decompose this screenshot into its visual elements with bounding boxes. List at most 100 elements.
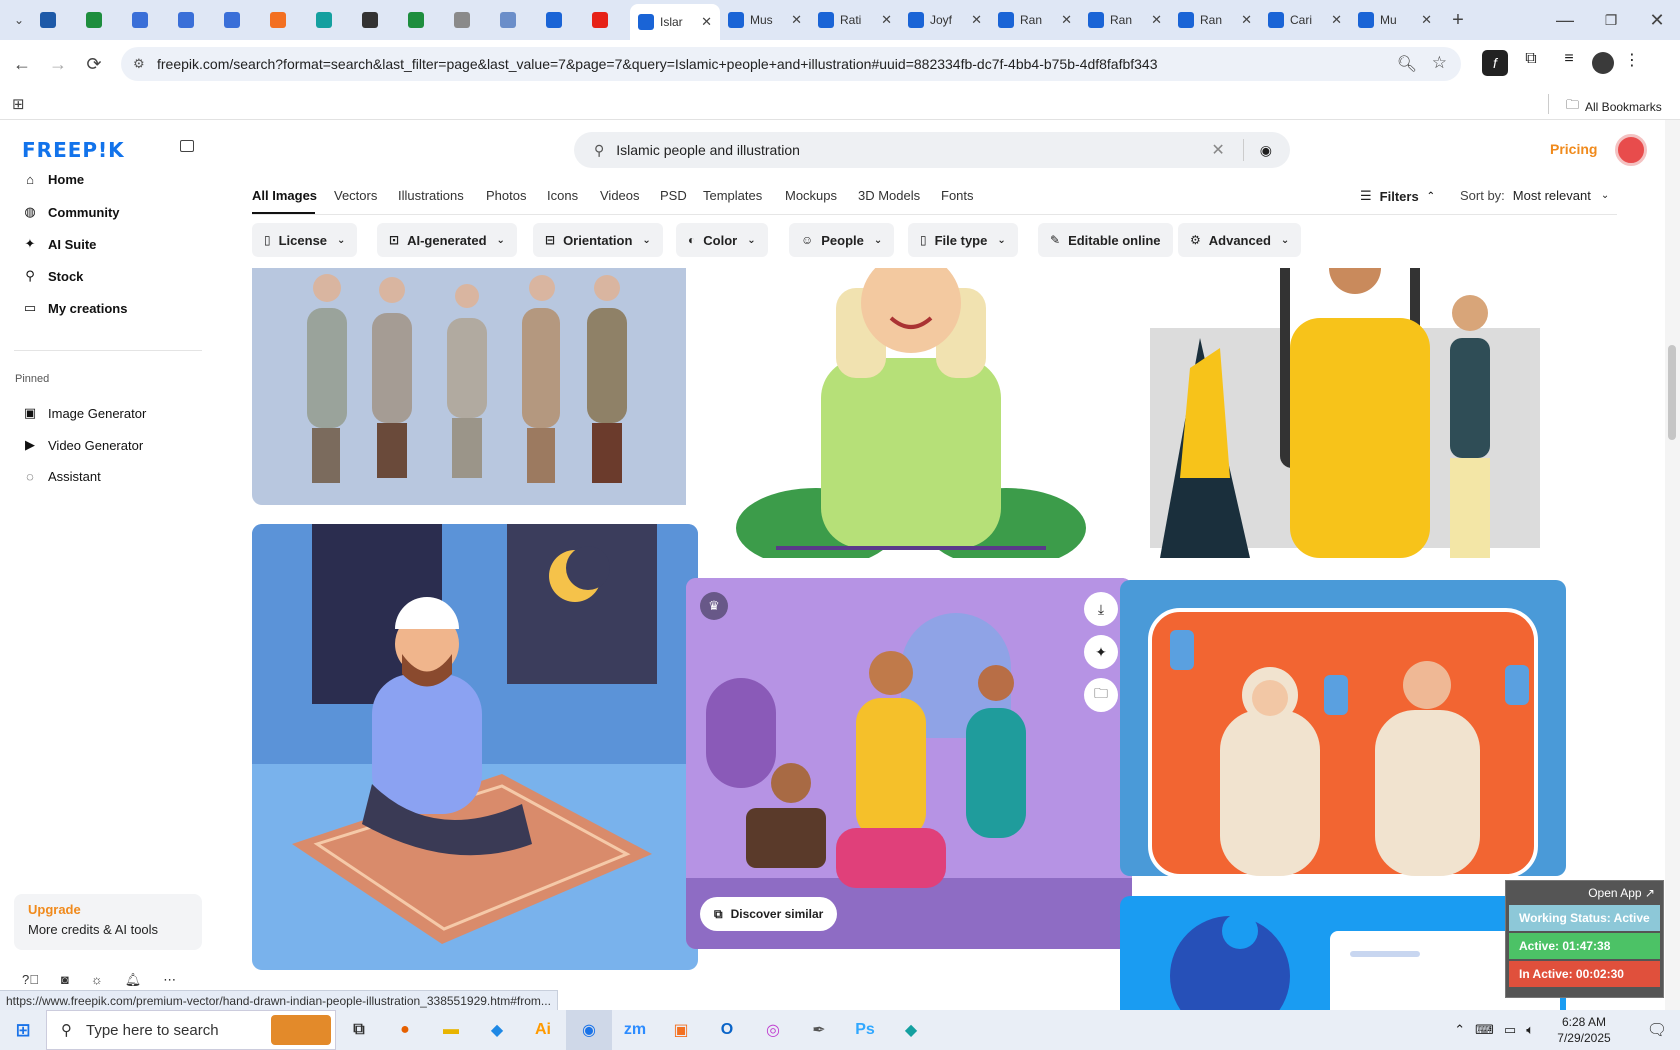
download-button[interactable]: ⤓ [1084, 592, 1118, 626]
bookmark-star-icon[interactable]: ☆ [1432, 53, 1447, 73]
search-input[interactable]: Islamic people and illustration [616, 142, 1211, 158]
xampp-icon[interactable]: ▣ [658, 1010, 704, 1050]
browser-tab[interactable] [308, 4, 354, 36]
chrome-icon[interactable]: ◉ [566, 1010, 612, 1050]
result-card-indian-people[interactable]: ♛ ⤓ ✦ 🗀 ⧉ Discover similar [686, 578, 1132, 949]
sort-dropdown[interactable]: Sort by: Most relevant ⌄ [1460, 188, 1609, 203]
result-card-mosque-people[interactable] [1120, 268, 1566, 558]
close-tab-icon[interactable]: ✕ [971, 12, 982, 28]
tab-photos[interactable]: Photos [486, 188, 526, 203]
filter-orientation-button[interactable]: ⊟ Orientation ⌄ [533, 223, 663, 257]
tab-all-images[interactable]: All Images [252, 188, 317, 203]
tab-vectors[interactable]: Vectors [334, 188, 377, 203]
font-extension-icon[interactable]: f [1482, 50, 1508, 76]
chrome-menu-icon[interactable]: ⋮ [1622, 50, 1642, 76]
page-scrollbar[interactable] [1665, 120, 1680, 1010]
browser-tab[interactable] [538, 4, 584, 36]
freepik-logo[interactable]: FREEP!K [22, 138, 125, 162]
tab-templates[interactable]: Templates [703, 188, 762, 203]
site-settings-icon[interactable]: ⚙ [133, 56, 145, 72]
browser-tab[interactable] [446, 4, 492, 36]
reload-button[interactable]: ⟳ [76, 46, 112, 82]
network-icon[interactable]: ⌨ [1475, 1022, 1494, 1038]
sidebar-item-stock[interactable]: ⚲ Stock [22, 268, 83, 284]
close-window-button[interactable]: ✕ [1634, 2, 1680, 38]
zoom-icon[interactable]: 🔍︎ [1397, 54, 1417, 74]
taskbar-search[interactable]: ⚲ Type here to search [46, 1010, 336, 1050]
tab-fonts[interactable]: Fonts [941, 188, 974, 203]
forward-button[interactable]: → [40, 46, 76, 82]
result-card-partial[interactable] [1120, 896, 1566, 1010]
result-card-hajj-people[interactable] [1120, 580, 1566, 876]
upgrade-card[interactable]: Upgrade More credits & AI tools [14, 894, 202, 950]
result-card-women[interactable] [252, 268, 698, 505]
filter-file-type-button[interactable]: ▯ File type ⌄ [908, 223, 1018, 257]
sidebar-item-my-creations[interactable]: ▭ My creations [22, 300, 128, 316]
more-options-icon[interactable]: ⋯ [163, 972, 176, 988]
search-bar[interactable]: ⚲ Islamic people and illustration ✕ ◉ [574, 132, 1290, 168]
close-tab-icon[interactable]: ✕ [701, 14, 712, 30]
display-icon[interactable]: ▭ [1504, 1022, 1516, 1038]
close-tab-icon[interactable]: ✕ [1151, 12, 1162, 28]
browser-tab[interactable] [170, 4, 216, 36]
pinned-item-image-generator[interactable]: ▣ Image Generator [22, 405, 146, 421]
tray-chevron-icon[interactable]: ⌃ [1454, 1022, 1465, 1038]
windows-start-icon[interactable]: ⊞ [0, 1010, 46, 1050]
tab-3d-models[interactable]: 3D Models [858, 188, 920, 203]
app-icon[interactable]: ◎ [750, 1010, 796, 1050]
filter-people-button[interactable]: ☺ People ⌄ [789, 223, 895, 257]
tab-mockups[interactable]: Mockups [785, 188, 837, 203]
browser-tab[interactable]: Ran ✕ [1080, 4, 1170, 36]
notification-bell-icon[interactable]: 🔔︎ [125, 972, 142, 988]
tab-illustrations[interactable]: Illustrations [398, 188, 464, 203]
scrollbar-thumb[interactable] [1668, 345, 1676, 440]
filter-ai-generated-button[interactable]: ⊡ AI-generated ⌄ [377, 223, 517, 257]
file-explorer-icon[interactable]: ▬ [428, 1010, 474, 1050]
photoshop-icon[interactable]: Ps [842, 1010, 888, 1050]
tab-videos[interactable]: Videos [600, 188, 640, 203]
tab-icons[interactable]: Icons [547, 188, 578, 203]
filter-color-button[interactable]: ◐ Color ⌄ [676, 223, 768, 257]
sidebar-item-ai-suite[interactable]: ✦ AI Suite [22, 236, 97, 252]
illustrator-icon[interactable]: Ai [520, 1010, 566, 1050]
outlook-icon[interactable]: O [704, 1010, 750, 1050]
browser-tab[interactable]: Ran ✕ [990, 4, 1080, 36]
discord-icon[interactable]: ◙ [61, 972, 69, 988]
pinned-item-video-generator[interactable]: ▶ Video Generator [22, 437, 143, 453]
result-card-praying-boy[interactable] [686, 268, 1132, 558]
theme-icon[interactable]: ☼ [91, 972, 103, 988]
tab-search-button[interactable]: ⌄ [6, 2, 32, 38]
camera-search-icon[interactable]: ◉ [1260, 142, 1272, 159]
filters-toggle[interactable]: ☰ Filters ⌃ [1360, 188, 1435, 204]
firefox-icon[interactable]: ● [382, 1010, 428, 1050]
browser-tab[interactable] [492, 4, 538, 36]
volume-icon[interactable]: 🔈︎ [1526, 1022, 1534, 1038]
sidebar-item-home[interactable]: ⌂ Home [22, 172, 84, 187]
close-tab-icon[interactable]: ✕ [791, 12, 802, 28]
filter-editable-online-button[interactable]: ✎ Editable online [1038, 223, 1173, 257]
close-tab-icon[interactable]: ✕ [1061, 12, 1072, 28]
browser-tab[interactable] [400, 4, 446, 36]
ai-edit-button[interactable]: ✦ [1084, 635, 1118, 669]
close-tab-icon[interactable]: ✕ [1241, 12, 1252, 28]
new-tab-button[interactable]: + [1440, 2, 1476, 38]
zoom-icon[interactable]: zm [612, 1010, 658, 1050]
save-to-collection-button[interactable]: 🗀 [1084, 678, 1118, 712]
close-tab-icon[interactable]: ✕ [881, 12, 892, 28]
notification-center-icon[interactable]: 🗨 [1634, 1010, 1680, 1050]
help-icon[interactable]: ?⃝ [22, 972, 39, 988]
browser-tab[interactable]: Joyf ✕ [900, 4, 990, 36]
browser-tab[interactable]: Ran ✕ [1170, 4, 1260, 36]
browser-tab[interactable] [216, 4, 262, 36]
pen-tool-icon[interactable]: ✒ [796, 1010, 842, 1050]
tab-psd[interactable]: PSD [660, 188, 687, 203]
browser-tab[interactable] [584, 4, 630, 36]
browser-tab[interactable] [354, 4, 400, 36]
open-app-link[interactable]: Open App ↗ [1506, 881, 1663, 905]
browser-tab[interactable] [32, 4, 78, 36]
browser-tab[interactable] [78, 4, 124, 36]
restore-button[interactable]: ❐ [1588, 2, 1634, 38]
browser-tab[interactable]: Mu ✕ [1350, 4, 1440, 36]
collapse-sidebar-icon[interactable] [180, 140, 194, 152]
address-bar[interactable]: ⚙ freepik.com/search?format=search&last_… [121, 47, 1461, 81]
